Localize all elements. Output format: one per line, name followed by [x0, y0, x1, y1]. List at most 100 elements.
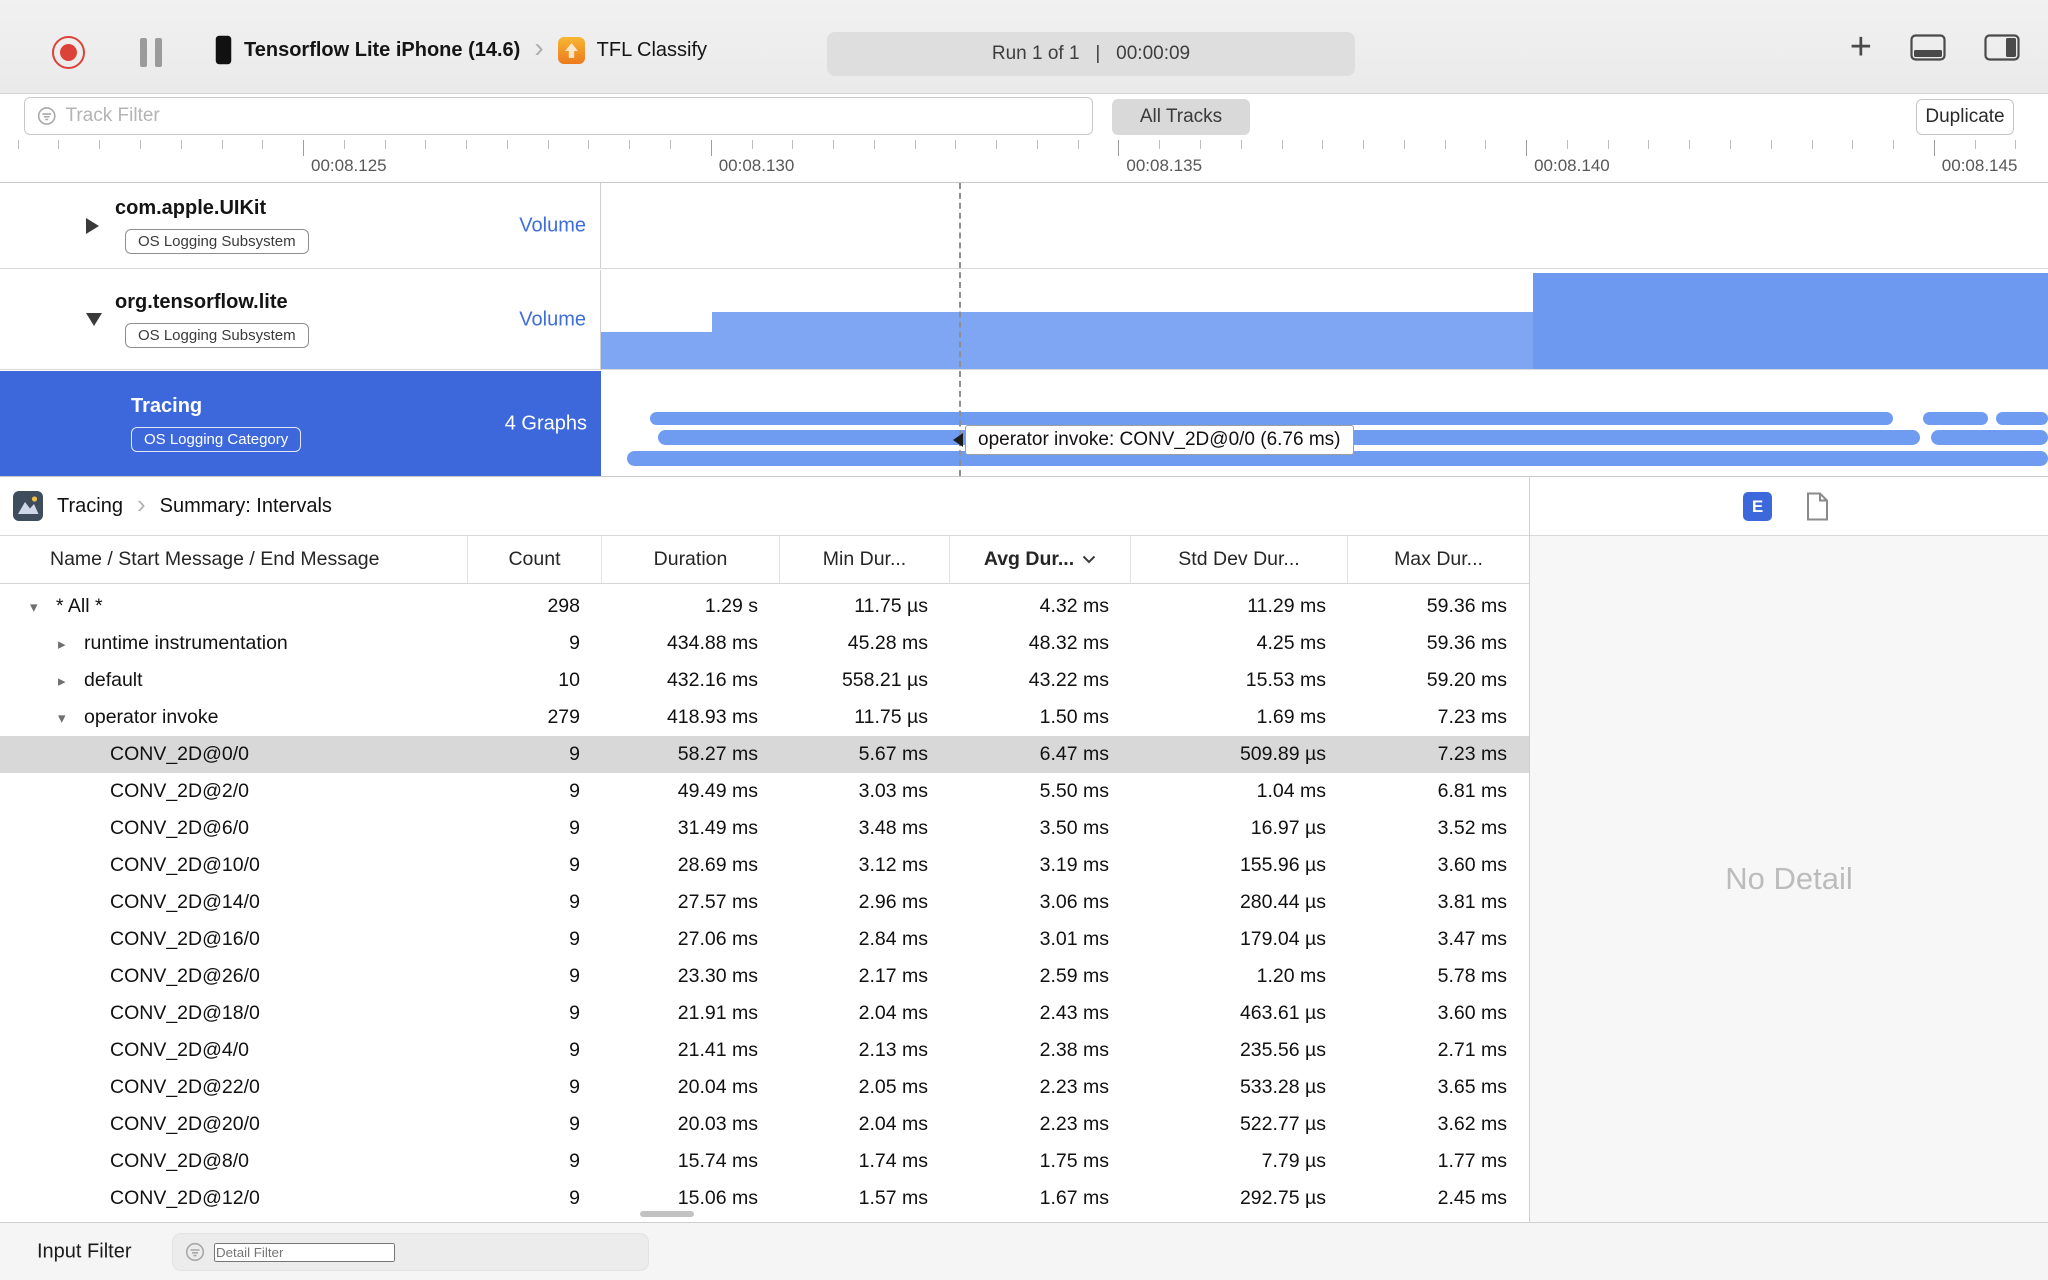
toolbar: Tensorflow Lite iPhone (14.6) › TFL Clas…: [0, 0, 2048, 94]
toggle-bottom-panel-button[interactable]: [1910, 33, 1946, 61]
max-dur-cell: 3.62 ms: [1437, 1113, 1507, 1135]
duration-cell: 432.16 ms: [666, 669, 758, 691]
duration-cell: 418.93 ms: [666, 706, 758, 728]
detail-filter-input[interactable]: [214, 1242, 395, 1262]
tooltip-text: operator invoke: CONV_2D@0/0 (6.76 ms): [965, 425, 1354, 455]
toggle-right-panel-button[interactable]: [1984, 33, 2020, 61]
minor-tick: [996, 140, 998, 149]
collapse-chevron-icon[interactable]: ▾: [30, 598, 56, 616]
track-label[interactable]: org.tensorflow.lite OS Logging Subsystem…: [0, 270, 601, 369]
table-row[interactable]: ▾ * All * 298 1.29 s 11.75 µs 4.32 ms 11.29 ms…: [0, 588, 1529, 625]
row-name: CONV_2D@0/0: [110, 743, 250, 765]
breadcrumb-root[interactable]: Tracing: [57, 495, 123, 518]
avg-dur-cell: 48.32 ms: [1028, 632, 1109, 654]
track-row-tensorflow[interactable]: org.tensorflow.lite OS Logging Subsystem…: [0, 270, 2048, 370]
table-row[interactable]: CONV_2D@20/0 9 20.03 ms 2.04 ms 2.23 ms 522.7…: [0, 1106, 1529, 1143]
column-header-stddev[interactable]: Std Dev Dur...: [1131, 536, 1348, 583]
avg-dur-cell: 6.47 ms: [1039, 743, 1109, 765]
document-icon[interactable]: [1806, 492, 1829, 521]
intervals-table: Name / Start Message / End Message Count…: [0, 536, 1529, 1222]
std-dev-dur-cell: 7.79 µs: [1261, 1150, 1326, 1172]
table-row[interactable]: CONV_2D@2/0 9 49.49 ms 3.03 ms 5.50 ms 1.04 m…: [0, 773, 1529, 810]
duplicate-button[interactable]: Duplicate: [1916, 99, 2014, 135]
std-dev-dur-cell: 1.20 ms: [1256, 965, 1326, 987]
breadcrumb-page[interactable]: Summary: Intervals: [160, 495, 332, 518]
extended-detail-button[interactable]: E: [1743, 492, 1772, 521]
track-row-tracing[interactable]: Tracing OS Logging Category 4 Graphs ope…: [0, 371, 2048, 476]
table-row[interactable]: CONV_2D@26/0 9 23.30 ms 2.17 ms 2.59 ms 1.20 …: [0, 958, 1529, 995]
volume-chart[interactable]: [601, 270, 2048, 369]
timeline-ruler[interactable]: 00:08.125 00:08.130 00:08.135 00:08.140 00:0…: [0, 140, 2048, 183]
column-header-avg[interactable]: Avg Dur...: [950, 536, 1131, 583]
table-row[interactable]: CONV_2D@22/0 9 20.04 ms 2.05 ms 2.23 ms 533.2…: [0, 1069, 1529, 1106]
detail-panel: No Detail: [1530, 536, 2048, 1222]
minor-tick: [669, 140, 671, 149]
input-filter-label[interactable]: Input Filter: [37, 1240, 131, 1263]
std-dev-dur-cell: 11.29 ms: [1247, 595, 1326, 617]
tracing-chart[interactable]: operator invoke: CONV_2D@0/0 (6.76 ms): [601, 371, 2048, 476]
device-target-chip[interactable]: Tensorflow Lite iPhone (14.6) › TFL Clas…: [215, 30, 707, 70]
record-icon: [60, 44, 77, 61]
avg-dur-cell: 5.50 ms: [1039, 780, 1109, 802]
minor-tick: [425, 140, 427, 149]
table-row[interactable]: CONV_2D@14/0 9 27.57 ms 2.96 ms 3.06 ms 280.4…: [0, 884, 1529, 921]
volume-bar-segment: [712, 312, 1533, 369]
track-row-uikit[interactable]: com.apple.UIKit OS Logging Subsystem Vol…: [0, 183, 2048, 269]
expand-chevron-icon[interactable]: ▸: [58, 672, 84, 690]
column-header-count[interactable]: Count: [468, 536, 602, 583]
track-badge: OS Logging Category: [131, 427, 302, 452]
add-instrument-button[interactable]: +: [1850, 28, 1872, 66]
column-header-min[interactable]: Min Dur...: [780, 536, 950, 583]
table-row[interactable]: CONV_2D@10/0 9 28.69 ms 3.12 ms 3.19 ms 155.9…: [0, 847, 1529, 884]
minor-tick: [343, 140, 345, 149]
table-row[interactable]: CONV_2D@12/0 9 15.06 ms 1.57 ms 1.67 ms 292.7…: [0, 1180, 1529, 1217]
table-row[interactable]: ▸ default 10 432.16 ms 558.21 µs 43.22 ms 15.5…: [0, 662, 1529, 699]
horizontal-scrollbar[interactable]: [640, 1211, 694, 1217]
table-row[interactable]: CONV_2D@6/0 9 31.49 ms 3.48 ms 3.50 ms 16.97 …: [0, 810, 1529, 847]
column-header-max[interactable]: Max Dur...: [1348, 536, 1529, 583]
table-row[interactable]: CONV_2D@18/0 9 21.91 ms 2.04 ms 2.43 ms 463.6…: [0, 995, 1529, 1032]
table-row[interactable]: ▾ operator invoke 279 418.93 ms 11.75 µs 1.50…: [0, 699, 1529, 736]
all-tracks-button[interactable]: All Tracks: [1112, 99, 1250, 135]
track-label[interactable]: Tracing OS Logging Category 4 Graphs: [0, 371, 601, 476]
track-filter-field[interactable]: [24, 97, 1093, 135]
disclosure-triangle-icon[interactable]: [86, 217, 99, 234]
min-dur-cell: 3.12 ms: [858, 854, 928, 876]
detail-filter-field[interactable]: [172, 1233, 649, 1271]
column-header-name[interactable]: Name / Start Message / End Message: [0, 536, 468, 583]
avg-header-label: Avg Dur...: [983, 548, 1075, 570]
table-row[interactable]: CONV_2D@0/0 9 58.27 ms 5.67 ms 6.47 ms 509.89…: [0, 736, 1529, 773]
duration-cell: 28.69 ms: [677, 854, 758, 876]
table-row[interactable]: CONV_2D@16/0 9 27.06 ms 2.84 ms 3.01 ms 179.0…: [0, 921, 1529, 958]
table-row[interactable]: CONV_2D@8/0 9 15.74 ms 1.74 ms 1.75 ms 7.79 µ…: [0, 1143, 1529, 1180]
count-cell: 9: [569, 1150, 580, 1172]
record-button[interactable]: [52, 36, 85, 69]
minor-tick: [1485, 140, 1487, 149]
expand-chevron-icon[interactable]: ▸: [58, 635, 84, 653]
row-name: runtime instrumentation: [84, 632, 288, 654]
std-dev-dur-cell: 235.56 µs: [1239, 1039, 1326, 1061]
table-row[interactable]: ▸ runtime instrumentation 9 434.88 ms 45.28 …: [0, 625, 1529, 662]
max-dur-cell: 1.77 ms: [1437, 1150, 1507, 1172]
minor-tick: [1403, 140, 1405, 149]
column-header-duration[interactable]: Duration: [602, 536, 780, 583]
duration-cell: 27.06 ms: [677, 928, 758, 950]
panel-divider[interactable]: [1529, 476, 1530, 1222]
minor-tick: [506, 140, 508, 149]
chevron-right-icon: ›: [534, 32, 544, 63]
major-tick: [303, 140, 304, 156]
row-name: CONV_2D@2/0: [110, 780, 250, 802]
table-row[interactable]: CONV_2D@4/0 9 21.41 ms 2.13 ms 2.38 ms 235.56…: [0, 1032, 1529, 1069]
collapse-chevron-icon[interactable]: ▾: [58, 709, 84, 727]
max-dur-cell: 3.52 ms: [1437, 817, 1507, 839]
disclosure-triangle-icon[interactable]: [86, 313, 102, 326]
track-label[interactable]: com.apple.UIKit OS Logging Subsystem Vol…: [0, 183, 601, 268]
pause-button[interactable]: [140, 38, 170, 67]
uikit-chart[interactable]: [601, 183, 2048, 268]
avg-dur-cell: 1.50 ms: [1039, 706, 1109, 728]
no-detail-placeholder: No Detail: [1725, 861, 1853, 896]
major-tick: [1118, 140, 1120, 156]
track-filter-input[interactable]: [65, 105, 1080, 127]
tracks-area: com.apple.UIKit OS Logging Subsystem Vol…: [0, 183, 2048, 476]
track-meta: Volume: [519, 214, 586, 236]
